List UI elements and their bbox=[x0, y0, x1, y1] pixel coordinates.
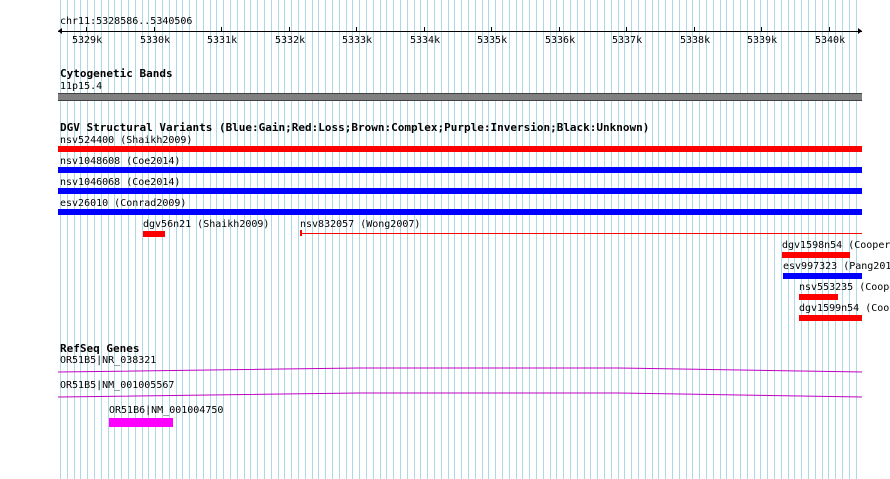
refseq-gene-label: OR51B5|NR_038321 bbox=[60, 355, 157, 366]
ruler-left-arrow bbox=[58, 28, 62, 34]
ruler-tick bbox=[154, 27, 155, 32]
ruler-tick bbox=[559, 27, 560, 32]
dgv-feature-loss-bar[interactable] bbox=[58, 146, 862, 152]
ruler-tick-label: 5332k bbox=[275, 35, 306, 46]
ruler-tick bbox=[694, 27, 695, 32]
dgv-feature-gain-bar[interactable] bbox=[783, 273, 862, 279]
dgv-feature-label: dgv56n21 (Shaikh2009) bbox=[143, 219, 270, 230]
dgv-feature-gain-bar[interactable] bbox=[58, 209, 862, 215]
genome-browser-panel: chr11:5328586..5340506 5329k 5330k 5331k 53… bbox=[0, 0, 890, 479]
dgv-feature-label: dgv1598n54 (Cooper bbox=[782, 240, 890, 251]
refseq-gene-label: OR51B6|NM_001004750 bbox=[109, 405, 224, 416]
ruler-tick bbox=[829, 27, 830, 32]
refseq-gene-intron[interactable] bbox=[58, 391, 862, 401]
ruler-right-arrow bbox=[858, 28, 862, 34]
refseq-gene-exon[interactable] bbox=[109, 418, 173, 427]
ruler-tick-label: 5330k bbox=[140, 35, 171, 46]
ruler-tick-label: 5329k bbox=[72, 35, 103, 46]
ruler-tick-label: 5331k bbox=[207, 35, 238, 46]
ruler-tick bbox=[356, 27, 357, 32]
ruler-tick-label: 5340k bbox=[815, 35, 846, 46]
region-label: chr11:5328586..5340506 bbox=[60, 16, 193, 27]
ruler-tick-label: 5336k bbox=[545, 35, 576, 46]
ruler-tick bbox=[626, 27, 627, 32]
cytoband-bar[interactable] bbox=[58, 93, 862, 101]
ruler-tick bbox=[289, 27, 290, 32]
dgv-feature-label: nsv524400 (Shaikh2009) bbox=[60, 135, 193, 146]
dgv-feature-label: nsv553235 (Coope bbox=[799, 282, 890, 293]
cytoband-label: 11p15.4 bbox=[60, 81, 103, 92]
dgv-track-title[interactable]: DGV Structural Variants (Blue:Gain;Red:L… bbox=[60, 122, 649, 134]
dgv-feature-label: nsv1048608 (Coe2014) bbox=[60, 156, 181, 167]
dgv-feature-label: nsv832057 (Wong2007) bbox=[300, 219, 421, 230]
ruler-tick bbox=[86, 27, 87, 32]
dgv-feature-label: dgv1599n54 (Coo bbox=[799, 303, 890, 314]
cytoband-track-title[interactable]: Cytogenetic Bands bbox=[60, 68, 173, 80]
dgv-feature-loss-bar[interactable] bbox=[300, 230, 302, 236]
refseq-track-title[interactable]: RefSeq Genes bbox=[60, 343, 139, 355]
ruler-tick bbox=[424, 27, 425, 32]
ruler-tick-label: 5334k bbox=[410, 35, 441, 46]
dgv-feature-loss-bar[interactable] bbox=[782, 252, 850, 258]
dgv-feature-loss-line[interactable] bbox=[300, 233, 862, 234]
dgv-feature-label: esv997323 (Pang201 bbox=[783, 261, 890, 272]
dgv-feature-gain-bar[interactable] bbox=[58, 167, 862, 173]
ruler-axis bbox=[58, 31, 862, 32]
dgv-feature-label: esv26010 (Conrad2009) bbox=[60, 198, 187, 209]
ruler-tick-label: 5335k bbox=[477, 35, 508, 46]
dgv-feature-loss-bar[interactable] bbox=[799, 294, 838, 300]
ruler-tick-label: 5333k bbox=[342, 35, 373, 46]
refseq-gene-label: OR51B5|NM_001005567 bbox=[60, 380, 175, 391]
dgv-feature-loss-bar[interactable] bbox=[143, 231, 165, 237]
ruler-tick bbox=[761, 27, 762, 32]
ruler-tick bbox=[221, 27, 222, 32]
dgv-feature-loss-bar[interactable] bbox=[799, 315, 862, 321]
dgv-feature-label: nsv1046068 (Coe2014) bbox=[60, 177, 181, 188]
ruler-tick bbox=[491, 27, 492, 32]
ruler-tick-label: 5338k bbox=[680, 35, 711, 46]
ruler-tick-label: 5337k bbox=[612, 35, 643, 46]
ruler-tick-label: 5339k bbox=[747, 35, 778, 46]
dgv-feature-gain-bar[interactable] bbox=[58, 188, 862, 194]
refseq-gene-intron[interactable] bbox=[58, 366, 862, 376]
